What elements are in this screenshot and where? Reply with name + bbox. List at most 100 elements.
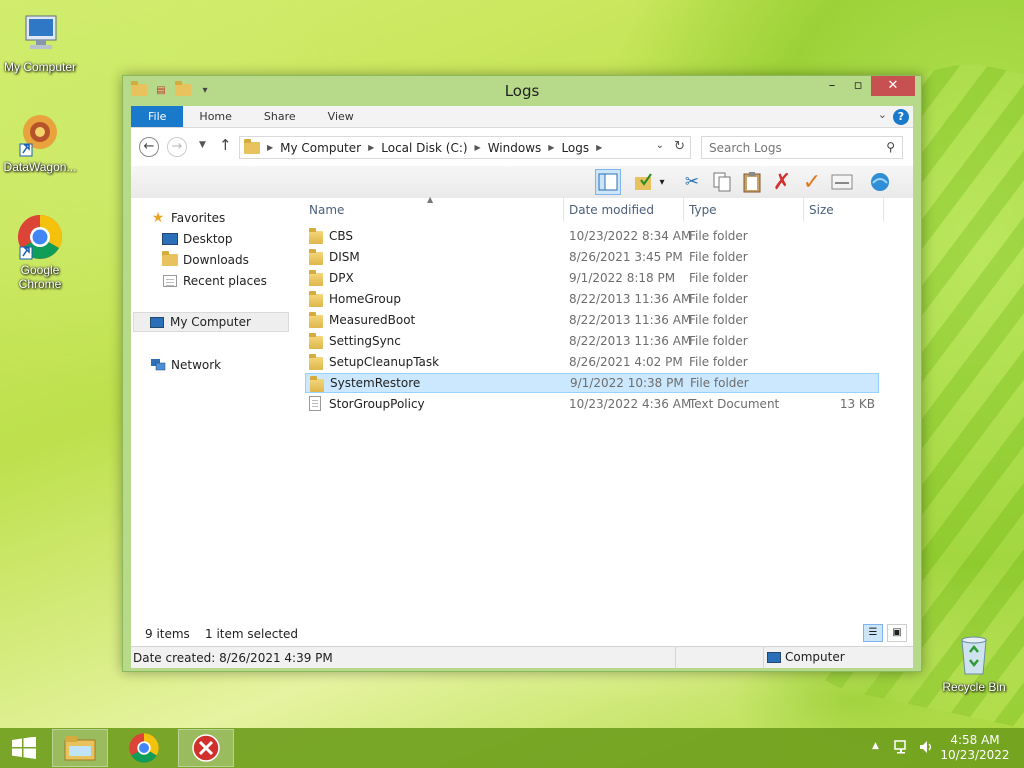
refresh-icon[interactable]: ↻: [674, 139, 685, 154]
file-explorer-icon: [64, 736, 96, 761]
breadcrumb-logs[interactable]: Logs: [561, 141, 589, 155]
options-dropdown-icon[interactable]: ▾: [655, 169, 669, 195]
breadcrumb-local-disk[interactable]: Local Disk (C:): [381, 141, 467, 155]
file-row[interactable]: DISM 8/26/2021 3:45 PM File folder: [305, 247, 879, 267]
expand-ribbon-icon[interactable]: ⌄: [878, 108, 887, 121]
desktop-icon-label: Recycle Bin: [942, 680, 1006, 694]
title-bar[interactable]: ▤ ▾ Logs – ▫ ✕: [123, 76, 921, 106]
tab-view[interactable]: View: [312, 106, 370, 127]
file-row[interactable]: StorGroupPolicy 10/23/2022 4:36 AM Text Do…: [305, 394, 879, 414]
breadcrumb-my-computer[interactable]: My Computer: [280, 141, 361, 155]
recent-locations-icon[interactable]: ▼: [199, 140, 206, 150]
column-header-name[interactable]: Name: [309, 203, 344, 217]
chevron-right-icon[interactable]: ▶: [548, 143, 554, 152]
chevron-right-icon[interactable]: ▶: [368, 143, 374, 152]
file-date-modified: 10/23/2022 8:34 AM: [569, 229, 692, 243]
desktop-icon-my-computer[interactable]: My Computer: [0, 10, 80, 74]
delete-icon[interactable]: ✗: [769, 169, 795, 195]
explorer-window: ▤ ▾ Logs – ▫ ✕ File Home Share View ⌄ ? …: [122, 75, 922, 672]
chevron-right-icon[interactable]: ▶: [596, 143, 602, 152]
file-type: File folder: [689, 229, 748, 243]
file-date-modified: 8/22/2013 11:36 AM: [569, 313, 692, 327]
show-hidden-icons-icon[interactable]: ▲: [872, 741, 879, 751]
file-row[interactable]: SystemRestore 9/1/2022 10:38 PM File folde…: [305, 373, 879, 393]
large-icons-view-icon[interactable]: ▣: [887, 624, 907, 642]
close-button[interactable]: ✕: [871, 76, 915, 96]
tab-home[interactable]: Home: [183, 106, 247, 127]
file-row[interactable]: CBS 10/23/2022 8:34 AM File folder: [305, 226, 879, 246]
column-divider[interactable]: [883, 198, 884, 222]
column-divider[interactable]: [563, 198, 564, 222]
file-row[interactable]: SetupCleanupTask 8/26/2021 4:02 PM File fo…: [305, 352, 879, 372]
column-header-size[interactable]: Size: [809, 203, 834, 217]
globe-icon[interactable]: [867, 169, 893, 195]
help-icon[interactable]: ?: [893, 109, 909, 125]
column-divider[interactable]: [803, 198, 804, 222]
window-controls: – ▫ ✕: [819, 76, 915, 96]
folder-icon: [309, 312, 323, 328]
search-box[interactable]: ⚲: [701, 136, 903, 159]
taskbar-file-explorer[interactable]: [52, 729, 108, 767]
back-button[interactable]: ←: [139, 137, 159, 157]
file-row[interactable]: DPX 9/1/2022 8:18 PM File folder: [305, 268, 879, 288]
chevron-right-icon[interactable]: ▶: [475, 143, 481, 152]
computer-icon: [148, 316, 166, 328]
properties-icon[interactable]: [829, 169, 855, 195]
taskbar-error-app[interactable]: [178, 729, 234, 767]
file-type: File folder: [689, 334, 748, 348]
search-icon[interactable]: ⚲: [886, 140, 895, 154]
desktop-icon-datawagon[interactable]: DataWagon...: [0, 110, 80, 174]
column-divider[interactable]: [683, 198, 684, 222]
address-bar[interactable]: ▶ My Computer ▶ Local Disk (C:) ▶ Window…: [239, 136, 691, 159]
chrome-icon: [129, 733, 159, 763]
taskbar-google-chrome[interactable]: [116, 729, 172, 767]
sort-ascending-icon: ▲: [427, 195, 434, 204]
rename-check-icon[interactable]: ✓: [799, 169, 825, 195]
cut-icon[interactable]: ✂: [679, 169, 705, 195]
nav-item-favorites[interactable]: ★ Favorites: [149, 208, 226, 228]
location-zone: Computer: [767, 650, 845, 664]
nav-item-downloads[interactable]: Downloads: [161, 250, 249, 270]
file-row[interactable]: HomeGroup 8/22/2013 11:36 AM File folder: [305, 289, 879, 309]
network-icon: [149, 358, 167, 372]
breadcrumb-windows[interactable]: Windows: [488, 141, 542, 155]
selection-count: 1 item selected: [205, 627, 299, 641]
file-list: ▲ Name Date modified Type Size CBS 10/23/…: [305, 195, 913, 622]
address-dropdown-icon[interactable]: ⌄: [656, 140, 664, 151]
forward-button[interactable]: →: [167, 137, 187, 157]
file-type: File folder: [689, 313, 748, 327]
clock-time: 4:58 AM: [950, 733, 1000, 747]
copy-icon[interactable]: [709, 169, 735, 195]
folder-icon: [309, 249, 323, 265]
search-input[interactable]: [702, 137, 872, 158]
desktop-icon-label: My Computer: [3, 60, 77, 74]
network-status-icon[interactable]: [894, 739, 910, 758]
folder-icon: [309, 354, 323, 370]
file-row[interactable]: MeasuredBoot 8/22/2013 11:36 AM File folde…: [305, 310, 879, 330]
desktop-icon-recycle-bin[interactable]: Recycle Bin: [934, 630, 1014, 694]
nav-item-desktop[interactable]: Desktop: [161, 229, 233, 249]
minimize-button[interactable]: –: [819, 76, 845, 96]
clock[interactable]: 4:58 AM 10/23/2022: [940, 733, 1010, 763]
paste-icon[interactable]: [739, 169, 765, 195]
checked-folder-button[interactable]: [631, 169, 657, 195]
nav-item-network[interactable]: Network: [149, 355, 221, 375]
nav-item-recent-places[interactable]: Recent places: [161, 271, 267, 291]
start-button[interactable]: [0, 729, 48, 767]
chevron-right-icon[interactable]: ▶: [267, 143, 273, 152]
up-button[interactable]: ↑: [219, 136, 232, 154]
details-view-icon[interactable]: ☰: [863, 624, 883, 642]
preview-pane-button[interactable]: [595, 169, 621, 195]
column-header-date-modified[interactable]: Date modified: [569, 203, 654, 217]
maximize-button[interactable]: ▫: [845, 76, 871, 96]
nav-item-my-computer[interactable]: My Computer: [133, 312, 289, 332]
tab-share[interactable]: Share: [248, 106, 312, 127]
system-tray: ▲ 4:58 AM 10/23/2022: [872, 728, 1024, 768]
volume-icon[interactable]: [918, 739, 934, 758]
file-row[interactable]: SettingSync 8/22/2013 11:36 AM File folder: [305, 331, 879, 351]
column-header-type[interactable]: Type: [689, 203, 717, 217]
desktop-icon-google-chrome[interactable]: Google Chrome: [0, 213, 80, 291]
folder-icon: [309, 228, 323, 244]
tab-file[interactable]: File: [131, 106, 184, 127]
item-count: 9 items: [145, 627, 190, 641]
